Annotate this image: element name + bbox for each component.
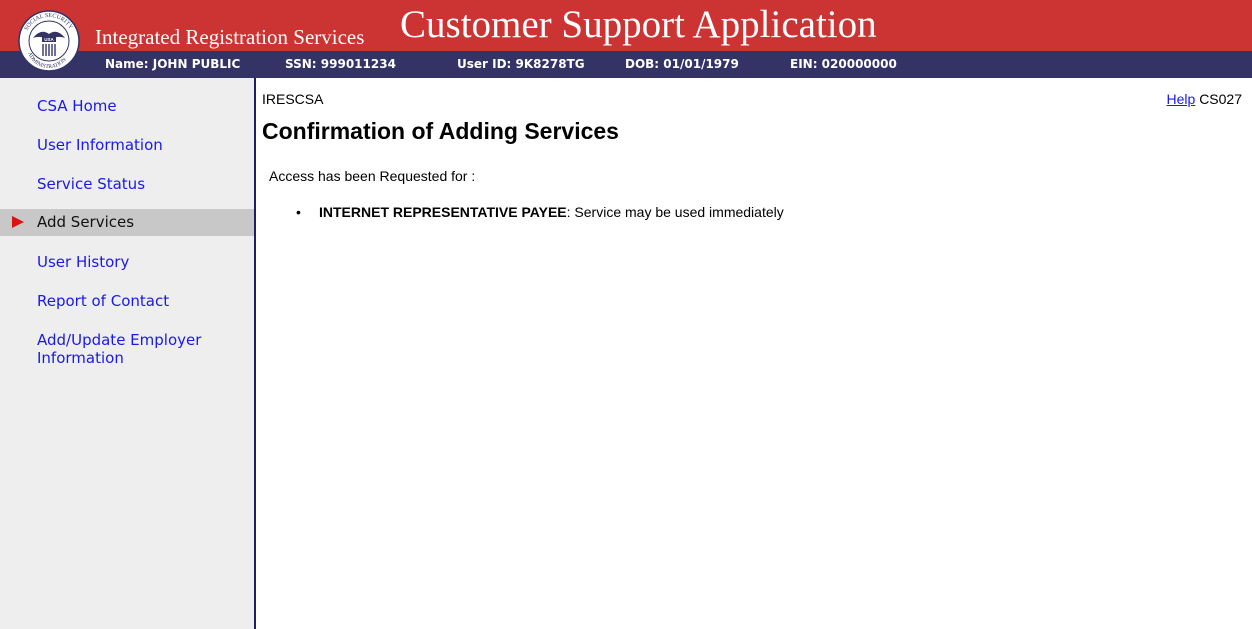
main-content: IRESCSA Help CS027 Confirmation of Addin… xyxy=(256,78,1252,629)
page-title: Confirmation of Adding Services xyxy=(262,118,619,144)
ssa-seal-logo: USA SOCIAL SECURITY ADMINISTRATION xyxy=(18,10,80,72)
sidebar-nav: CSA Home User Information Service Status… xyxy=(0,78,256,629)
user-ein: EIN: 020000000 xyxy=(790,57,897,71)
service-status-text: : Service may be used immediately xyxy=(566,204,784,220)
user-id: User ID: 9K8278TG xyxy=(457,57,585,71)
red-arrow-icon xyxy=(12,216,24,228)
sidebar-item-label: User Information xyxy=(37,136,163,154)
user-name: Name: JOHN PUBLIC xyxy=(105,57,241,71)
app-title: Customer Support Application xyxy=(400,3,877,46)
screen-code: CS027 xyxy=(1199,91,1242,107)
sidebar-item-label: Add Services xyxy=(37,213,135,231)
sidebar-item-label: Report of Contact xyxy=(37,292,170,310)
list-item: • INTERNET REPRESENTATIVE PAYEE: Service … xyxy=(296,204,784,220)
bullet-icon: • xyxy=(296,204,301,220)
service-list: • INTERNET REPRESENTATIVE PAYEE: Service … xyxy=(296,204,784,220)
help-area: Help CS027 xyxy=(1167,91,1243,107)
user-dob: DOB: 01/01/1979 xyxy=(625,57,739,71)
help-link[interactable]: Help xyxy=(1167,91,1196,107)
sidebar-item-label: Add/Update Employer Information xyxy=(37,331,202,367)
access-requested-text: Access has been Requested for : xyxy=(269,168,476,184)
app-subtitle: Integrated Registration Services xyxy=(95,25,365,49)
svg-text:USA: USA xyxy=(44,37,54,42)
sidebar-item-label: CSA Home xyxy=(37,97,117,115)
sidebar-item-label: User History xyxy=(37,253,130,271)
app-id: IRESCSA xyxy=(262,91,324,107)
user-ssn: SSN: 999011234 xyxy=(285,57,396,71)
service-name: INTERNET REPRESENTATIVE PAYEE xyxy=(319,204,567,220)
sidebar-item-label: Service Status xyxy=(37,175,146,193)
sidebar-item-add-services[interactable]: Add Services xyxy=(0,209,254,236)
